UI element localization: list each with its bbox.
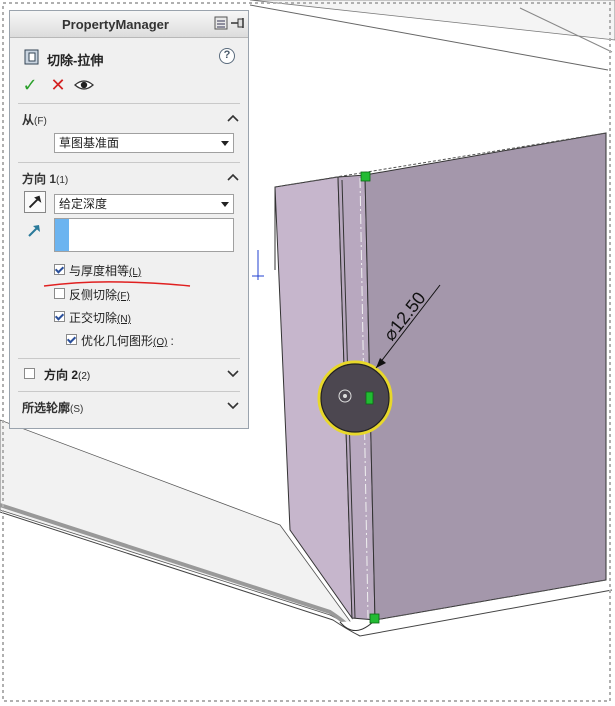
chevron-down-icon[interactable] xyxy=(226,400,240,410)
direction2-key: (2) xyxy=(78,371,91,382)
hole[interactable] xyxy=(320,363,390,433)
reverse-direction-icon[interactable] xyxy=(24,191,46,213)
from-dropdown[interactable]: 草图基准面 xyxy=(54,133,234,153)
chevron-down-icon xyxy=(221,202,229,207)
separator xyxy=(18,103,240,104)
flip-side-label: 反侧切除 xyxy=(69,288,118,302)
panel-title: PropertyManager xyxy=(62,17,169,32)
hole-center-dot xyxy=(343,394,347,398)
eye-icon[interactable] xyxy=(73,75,95,95)
chevron-up-icon[interactable] xyxy=(226,113,240,123)
property-manager-panel: PropertyManager 切除-拉伸 ? ✓ ✕ 从(F) 草图基准面 方… xyxy=(9,10,249,429)
optimize-geometry-suffix: : xyxy=(170,334,174,348)
corner-handle-top[interactable] xyxy=(360,171,371,182)
normal-cut-label: 正交切除 xyxy=(69,311,118,325)
end-condition-value: 给定深度 xyxy=(59,197,108,211)
optimize-geometry-label: 优化几何图形 xyxy=(81,334,154,348)
panel-list-icon[interactable] xyxy=(214,16,228,30)
normal-cut-checkbox[interactable] xyxy=(54,311,65,322)
from-dropdown-value: 草图基准面 xyxy=(59,136,120,150)
feature-header: 切除-拉伸 ? xyxy=(10,45,248,69)
panel-titlebar: PropertyManager xyxy=(10,11,248,38)
selection-highlight xyxy=(55,219,69,251)
back-panel xyxy=(249,0,615,41)
direction2-label: 方向 2 xyxy=(44,368,79,382)
action-buttons: ✓ ✕ xyxy=(10,73,248,97)
pin-icon[interactable] xyxy=(230,17,246,29)
direction1-section-header[interactable]: 方向 1(1) xyxy=(22,170,68,187)
from-section-header[interactable]: 从(F) xyxy=(22,111,47,128)
chevron-down-icon xyxy=(221,141,229,146)
end-condition-dropdown[interactable]: 给定深度 xyxy=(54,194,234,214)
selected-contours-label: 所选轮廓 xyxy=(22,401,71,415)
chevron-up-icon[interactable] xyxy=(226,172,240,182)
selected-contours-key: (S) xyxy=(70,404,84,415)
direction1-label: 方向 1 xyxy=(22,172,57,186)
wall-front-face[interactable] xyxy=(364,132,607,621)
optimize-geometry-checkbox[interactable] xyxy=(66,334,77,345)
face-selection-box[interactable] xyxy=(54,218,234,252)
help-icon[interactable]: ? xyxy=(219,48,235,64)
cut-extrude-icon xyxy=(24,49,39,65)
feature-title: 切除-拉伸 xyxy=(47,53,104,68)
normal-cut-key: (N) xyxy=(117,314,131,325)
annotation-underline xyxy=(43,281,191,287)
relation-handle[interactable] xyxy=(365,391,374,405)
direction1-key: (1) xyxy=(56,175,69,186)
corner-handle-bottom[interactable] xyxy=(369,613,380,624)
equal-thickness-checkbox[interactable] xyxy=(54,264,65,275)
ok-button[interactable]: ✓ xyxy=(20,75,40,95)
separator xyxy=(18,162,240,163)
from-label: 从 xyxy=(22,113,35,127)
direction-arrow-icon xyxy=(28,225,40,237)
flip-side-key: (F) xyxy=(117,291,130,302)
separator xyxy=(18,358,240,359)
separator xyxy=(18,391,240,392)
from-key: (F) xyxy=(34,116,47,127)
direction2-checkbox[interactable] xyxy=(24,368,35,379)
chevron-down-icon[interactable] xyxy=(226,368,240,378)
selected-contours-header[interactable]: 所选轮廓(S) xyxy=(22,399,83,416)
equal-thickness-label: 与厚度相等 xyxy=(69,264,130,278)
equal-thickness-key: (L) xyxy=(129,267,142,278)
cancel-button[interactable]: ✕ xyxy=(48,75,68,95)
optimize-geometry-key: (O) xyxy=(153,337,168,348)
